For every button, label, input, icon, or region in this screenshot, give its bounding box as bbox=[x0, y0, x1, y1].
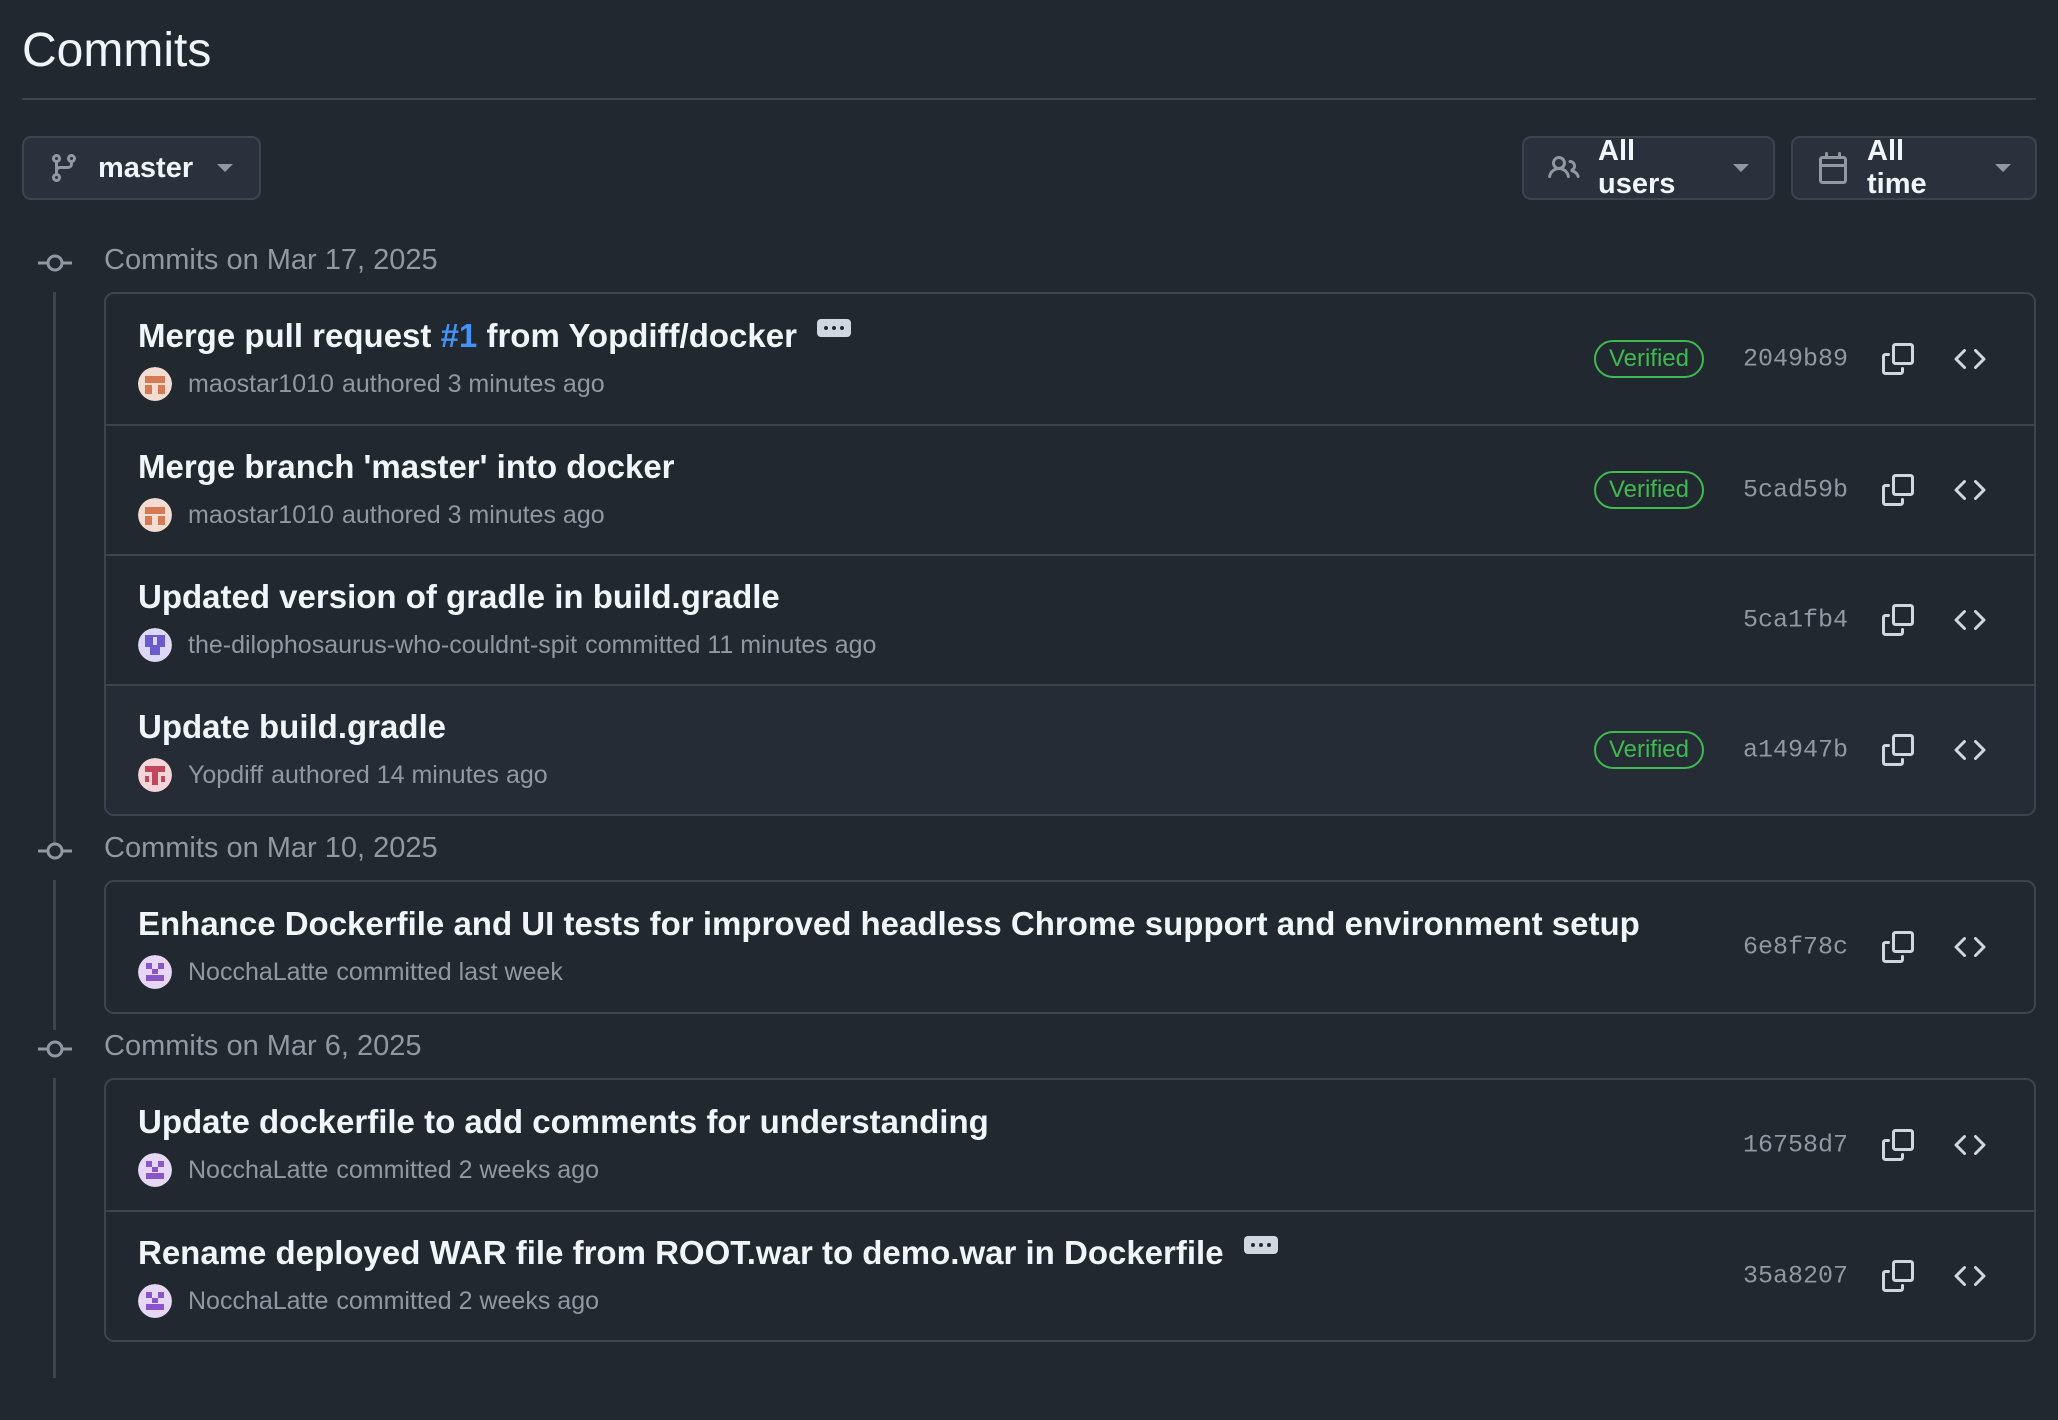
commit-time: authored 3 minutes ago bbox=[341, 500, 605, 529]
commit-group: Commits on Mar 10, 2025 Enhance Dockerfi… bbox=[22, 816, 2036, 1030]
copy-icon[interactable] bbox=[1880, 341, 1916, 377]
commit-row: Merge branch 'master' into docker maosta… bbox=[106, 424, 2034, 554]
commit-row: Merge pull request #1 from Yopdiff/docke… bbox=[106, 294, 2034, 424]
author-link[interactable]: NocchaLatte bbox=[188, 958, 328, 987]
commit-sha-link[interactable]: 5cad59b bbox=[1743, 476, 1848, 505]
expand-message-button[interactable] bbox=[1243, 1236, 1278, 1254]
commit-group: Commits on Mar 17, 2025 Merge pull reque… bbox=[22, 228, 2036, 850]
avatar[interactable] bbox=[138, 1284, 172, 1318]
commits-page: Commits master All users All time Commit… bbox=[0, 0, 2058, 1420]
people-icon bbox=[1548, 152, 1580, 184]
code-browse-icon[interactable] bbox=[1952, 732, 1988, 768]
author-link[interactable]: maostar1010 bbox=[188, 370, 334, 399]
commit-sha-link[interactable]: 2049b89 bbox=[1743, 345, 1848, 374]
avatar[interactable] bbox=[138, 955, 172, 989]
code-browse-icon[interactable] bbox=[1952, 602, 1988, 638]
copy-icon[interactable] bbox=[1880, 1258, 1916, 1294]
timeline-rail bbox=[53, 292, 56, 850]
code-browse-icon[interactable] bbox=[1952, 929, 1988, 965]
avatar[interactable] bbox=[138, 628, 172, 662]
time-filter-label: All time bbox=[1867, 135, 1927, 200]
avatar[interactable] bbox=[138, 367, 172, 401]
copy-icon[interactable] bbox=[1880, 472, 1916, 508]
code-browse-icon[interactable] bbox=[1952, 1258, 1988, 1294]
timeline-rail bbox=[53, 1078, 56, 1378]
commit-message-suffix[interactable]: from Yopdiff/docker bbox=[477, 317, 796, 355]
commit-row: Update dockerfile to add comments for un… bbox=[106, 1080, 2034, 1210]
commit-time: committed 2 weeks ago bbox=[336, 1155, 599, 1184]
commit-message[interactable]: Merge pull request bbox=[138, 317, 441, 355]
commit-time: committed 11 minutes ago bbox=[585, 630, 877, 659]
commit-time: authored 14 minutes ago bbox=[271, 760, 548, 789]
commit-row: Update build.gradle Yopdiff authored 14 … bbox=[106, 684, 2034, 814]
commit-group-header: Commits on Mar 10, 2025 bbox=[22, 816, 2036, 880]
commit-group-date: Commits on Mar 17, 2025 bbox=[104, 243, 438, 276]
commit-time: committed 2 weeks ago bbox=[336, 1286, 599, 1315]
commit-timeline: Commits on Mar 17, 2025 Merge pull reque… bbox=[22, 228, 2036, 1378]
page-title: Commits bbox=[22, 0, 2036, 100]
avatar[interactable] bbox=[138, 498, 172, 532]
commit-list: Merge pull request #1 from Yopdiff/docke… bbox=[104, 292, 2036, 816]
verified-badge[interactable]: Verified bbox=[1593, 731, 1704, 769]
commit-sha-link[interactable]: 35a8207 bbox=[1743, 1262, 1848, 1291]
pull-request-link[interactable]: #1 bbox=[441, 317, 478, 355]
author-link[interactable]: the-dilophosaurus-who-couldnt-spit bbox=[188, 631, 577, 660]
commit-row: Enhance Dockerfile and UI tests for impr… bbox=[106, 882, 2034, 1012]
commit-sha-link[interactable]: a14947b bbox=[1743, 736, 1848, 765]
toolbar: master All users All time bbox=[22, 100, 2037, 228]
commit-group-header: Commits on Mar 17, 2025 bbox=[22, 228, 2036, 292]
git-branch-icon bbox=[48, 152, 80, 184]
commit-row: Rename deployed WAR file from ROOT.war t… bbox=[106, 1210, 2034, 1340]
copy-icon[interactable] bbox=[1880, 929, 1916, 965]
commit-list: Enhance Dockerfile and UI tests for impr… bbox=[104, 880, 2036, 1014]
expand-message-button[interactable] bbox=[816, 319, 851, 337]
git-commit-icon bbox=[38, 249, 72, 272]
copy-icon[interactable] bbox=[1880, 732, 1916, 768]
users-filter-button[interactable]: All users bbox=[1522, 135, 1775, 200]
commit-group-date: Commits on Mar 6, 2025 bbox=[104, 1029, 422, 1062]
author-link[interactable]: NocchaLatte bbox=[188, 1287, 328, 1316]
code-browse-icon[interactable] bbox=[1952, 1127, 1988, 1163]
calendar-icon bbox=[1817, 152, 1849, 184]
commit-sha-link[interactable]: 6e8f78c bbox=[1743, 933, 1848, 962]
avatar[interactable] bbox=[138, 758, 172, 792]
avatar[interactable] bbox=[138, 1153, 172, 1187]
time-filter-button[interactable]: All time bbox=[1791, 135, 2037, 200]
branch-label: master bbox=[98, 151, 194, 184]
commit-sha-link[interactable]: 16758d7 bbox=[1743, 1131, 1848, 1160]
chevron-down-icon bbox=[1995, 164, 2011, 172]
commit-group-date: Commits on Mar 10, 2025 bbox=[104, 831, 438, 864]
commit-list: Update dockerfile to add comments for un… bbox=[104, 1078, 2036, 1342]
commit-group: Commits on Mar 6, 2025 Update dockerfile… bbox=[22, 1014, 2036, 1378]
code-browse-icon[interactable] bbox=[1952, 472, 1988, 508]
author-link[interactable]: Yopdiff bbox=[188, 761, 263, 790]
copy-icon[interactable] bbox=[1880, 602, 1916, 638]
copy-icon[interactable] bbox=[1880, 1127, 1916, 1163]
branch-selector-button[interactable]: master bbox=[22, 136, 261, 200]
verified-badge[interactable]: Verified bbox=[1593, 471, 1704, 509]
author-link[interactable]: NocchaLatte bbox=[188, 1156, 328, 1185]
users-filter-label: All users bbox=[1598, 135, 1676, 200]
commit-time: authored 3 minutes ago bbox=[341, 369, 605, 398]
author-link[interactable]: maostar1010 bbox=[188, 501, 334, 530]
commit-time: committed last week bbox=[336, 957, 563, 986]
code-browse-icon[interactable] bbox=[1952, 341, 1988, 377]
git-commit-icon bbox=[38, 1035, 72, 1058]
chevron-down-icon bbox=[217, 164, 234, 172]
timeline-rail bbox=[53, 880, 56, 1030]
commit-group-header: Commits on Mar 6, 2025 bbox=[22, 1014, 2036, 1078]
commit-message[interactable]: Rename deployed WAR file from ROOT.war t… bbox=[138, 1234, 1224, 1272]
git-commit-icon bbox=[38, 837, 72, 860]
commit-sha-link[interactable]: 5ca1fb4 bbox=[1743, 606, 1848, 635]
commit-row: Updated version of gradle in build.gradl… bbox=[106, 554, 2034, 684]
chevron-down-icon bbox=[1733, 164, 1749, 172]
verified-badge[interactable]: Verified bbox=[1593, 340, 1704, 378]
